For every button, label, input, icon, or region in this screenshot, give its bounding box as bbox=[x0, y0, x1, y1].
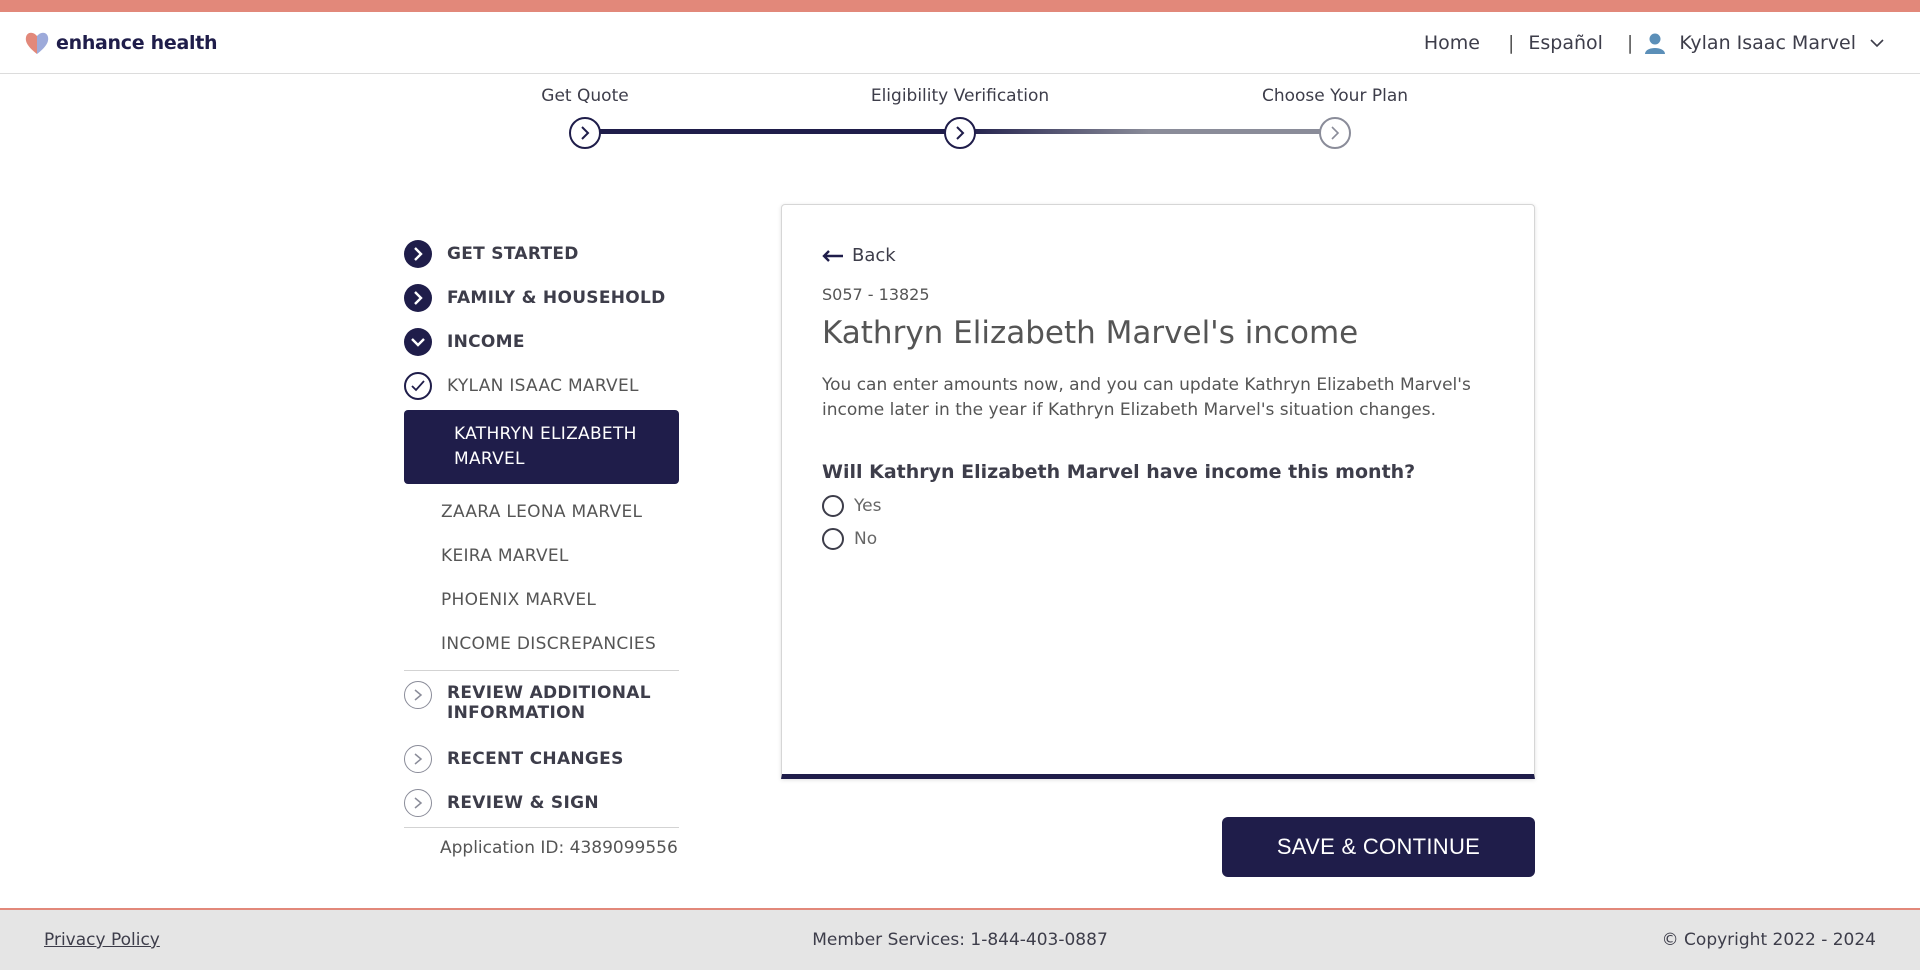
sidebar-item-income[interactable]: INCOME bbox=[404, 320, 690, 364]
chevron-right-icon bbox=[404, 284, 432, 312]
chevron-right-icon bbox=[404, 745, 432, 773]
sidebar-item-review-additional[interactable]: REVIEW ADDITIONAL INFORMATION bbox=[404, 681, 690, 737]
stepper-line-upcoming bbox=[961, 129, 1337, 134]
top-accent-bar bbox=[0, 0, 1920, 12]
application-id: Application ID: 4389099556 bbox=[440, 838, 678, 858]
sidebar-subitem-kathryn-active[interactable]: KATHRYN ELIZABETH MARVEL bbox=[404, 410, 679, 484]
screen-code: S057 - 13825 bbox=[822, 285, 930, 304]
sidebar-subitem-keira[interactable]: KEIRA MARVEL bbox=[404, 534, 690, 578]
back-label: Back bbox=[852, 245, 896, 266]
sidebar-item-get-started[interactable]: GET STARTED bbox=[404, 232, 690, 276]
sidebar-subitem-phoenix[interactable]: PHOENIX MARVEL bbox=[404, 578, 690, 622]
chevron-right-icon bbox=[1331, 126, 1340, 140]
sidebar-subitem-label: KYLAN ISAAC MARVEL bbox=[447, 376, 639, 396]
income-question-card: Back S057 - 13825 Kathryn Elizabeth Marv… bbox=[781, 204, 1535, 779]
sidebar-item-label: REVIEW & SIGN bbox=[447, 793, 599, 813]
sidebar-item-label: GET STARTED bbox=[447, 244, 579, 264]
radio-circle[interactable] bbox=[822, 528, 844, 550]
chevron-down-icon bbox=[1870, 39, 1884, 48]
checkmark-icon bbox=[404, 372, 432, 400]
back-link[interactable]: Back bbox=[822, 245, 896, 266]
brand-logo[interactable]: enhance health bbox=[24, 30, 218, 56]
radio-yes[interactable]: Yes bbox=[822, 495, 881, 517]
save-continue-button[interactable]: SAVE & CONTINUE bbox=[1222, 817, 1535, 877]
sidebar-divider bbox=[404, 670, 679, 671]
arrow-left-icon bbox=[822, 249, 843, 262]
chevron-right-icon bbox=[956, 126, 965, 140]
radio-circle[interactable] bbox=[822, 495, 844, 517]
sidebar-item-family-household[interactable]: FAMILY & HOUSEHOLD bbox=[404, 276, 690, 320]
privacy-policy-link[interactable]: Privacy Policy bbox=[44, 930, 160, 950]
progress-stepper: Get Quote Eligibility Verification Choos… bbox=[0, 74, 1920, 174]
income-question: Will Kathryn Elizabeth Marvel have incom… bbox=[822, 461, 1416, 483]
heart-logo-icon bbox=[25, 32, 49, 54]
step-label-eligibility: Eligibility Verification bbox=[870, 86, 1050, 106]
footer: Privacy Policy Member Services: 1-844-40… bbox=[0, 908, 1920, 970]
user-icon bbox=[1645, 33, 1666, 54]
chevron-right-icon bbox=[581, 126, 590, 140]
copyright: © Copyright 2022 - 2024 bbox=[1661, 930, 1876, 950]
step-label-get-quote: Get Quote bbox=[541, 86, 629, 106]
section-sidebar: GET STARTED FAMILY & HOUSEHOLD INCOME KY… bbox=[404, 232, 690, 858]
step-choose-plan bbox=[1319, 117, 1351, 149]
page-title: Kathryn Elizabeth Marvel's income bbox=[822, 315, 1359, 351]
sidebar-item-review-sign[interactable]: REVIEW & SIGN bbox=[404, 781, 690, 825]
radio-yes-label: Yes bbox=[854, 496, 882, 516]
top-nav: Home | Español | Kylan Isaac Marvel bbox=[1424, 31, 1884, 55]
sidebar-item-label: INCOME bbox=[447, 332, 525, 352]
step-label-choose-plan: Choose Your Plan bbox=[1261, 86, 1409, 106]
user-menu[interactable]: Kylan Isaac Marvel bbox=[1643, 31, 1884, 55]
sidebar-divider bbox=[404, 827, 679, 828]
chevron-down-icon bbox=[404, 328, 432, 356]
radio-no-label: No bbox=[854, 529, 878, 549]
sidebar-subitem-kylan[interactable]: KYLAN ISAAC MARVEL bbox=[404, 364, 690, 408]
chevron-right-icon bbox=[404, 240, 432, 268]
sidebar-subitem-income-discrepancies[interactable]: INCOME DISCREPANCIES bbox=[404, 622, 690, 666]
chevron-right-icon bbox=[404, 789, 432, 817]
stepper-line-complete bbox=[585, 129, 961, 134]
chevron-right-icon bbox=[404, 681, 432, 709]
nav-separator: | bbox=[1507, 32, 1515, 54]
page-description: You can enter amounts now, and you can u… bbox=[822, 375, 1471, 420]
nav-separator: | bbox=[1626, 32, 1634, 54]
sidebar-subitem-zaara[interactable]: ZAARA LEONA MARVEL bbox=[404, 490, 690, 534]
step-get-quote[interactable] bbox=[569, 117, 601, 149]
step-eligibility[interactable] bbox=[944, 117, 976, 149]
user-name: Kylan Isaac Marvel bbox=[1679, 32, 1856, 54]
nav-spanish-link[interactable]: Español bbox=[1528, 32, 1603, 54]
header: enhance health Home | Español | Kylan Is… bbox=[0, 12, 1920, 74]
sidebar-item-label: FAMILY & HOUSEHOLD bbox=[447, 288, 666, 308]
sidebar-item-label: RECENT CHANGES bbox=[447, 749, 624, 769]
nav-home-link[interactable]: Home bbox=[1424, 32, 1480, 54]
member-services: Member Services: 1-844-403-0887 bbox=[812, 930, 1108, 950]
sidebar-item-label: REVIEW ADDITIONAL INFORMATION bbox=[447, 683, 651, 723]
radio-no[interactable]: No bbox=[822, 528, 877, 550]
brand-name: enhance health bbox=[56, 32, 218, 54]
sidebar-item-recent-changes[interactable]: RECENT CHANGES bbox=[404, 737, 690, 781]
